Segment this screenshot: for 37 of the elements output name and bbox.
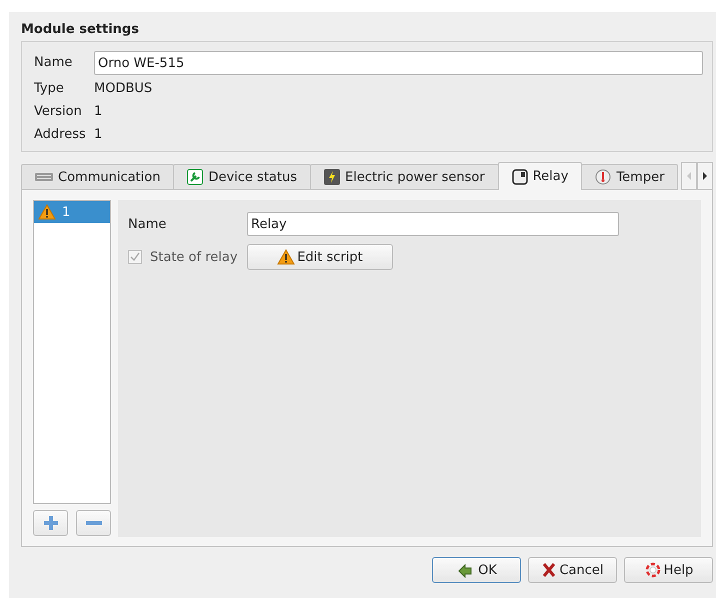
tab[interactable]: Temper xyxy=(581,164,678,190)
close-icon xyxy=(541,562,558,578)
list-item[interactable]: 1 xyxy=(34,201,110,223)
field-label: Name xyxy=(34,54,74,72)
remove-button[interactable] xyxy=(76,510,111,536)
field-value: MODBUS xyxy=(94,80,154,98)
edit-script-button[interactable]: Edit script xyxy=(247,244,393,270)
tab[interactable]: Electric power sensor xyxy=(310,164,499,190)
field-value: 1 xyxy=(94,126,104,144)
tab[interactable]: Communication xyxy=(21,164,174,190)
cancel-button[interactable]: Cancel xyxy=(528,557,617,583)
minus-icon xyxy=(86,521,102,525)
field-label: Name xyxy=(128,216,168,232)
field-label: Version xyxy=(34,103,83,121)
add-button[interactable] xyxy=(33,510,68,536)
left-arrow-icon xyxy=(686,172,692,180)
checkbox-label: State of relay xyxy=(150,250,239,264)
help-button[interactable]: Help xyxy=(624,557,713,583)
wrench-icon xyxy=(187,169,204,185)
keyboard-icon xyxy=(35,173,53,181)
dialog-title: Module settings xyxy=(21,22,140,37)
field-label: Address xyxy=(34,126,87,144)
lightning-icon xyxy=(324,169,340,185)
plus-icon xyxy=(44,516,58,530)
tab[interactable]: Device status xyxy=(173,164,312,190)
thermometer-icon xyxy=(595,169,612,185)
warning-icon xyxy=(38,204,56,220)
ok-button[interactable]: OK xyxy=(432,557,521,583)
field-value: 1 xyxy=(94,103,104,121)
scroll-right-button[interactable] xyxy=(697,162,713,190)
name-field[interactable]: Orno WE-515 xyxy=(94,51,703,75)
tab[interactable]: Relay xyxy=(498,162,582,190)
relay-name-field[interactable]: Relay xyxy=(247,212,619,236)
warning-icon xyxy=(277,249,296,265)
field-label: Type xyxy=(34,80,65,98)
right-arrow-icon xyxy=(702,172,708,180)
lifebuoy-icon xyxy=(644,561,662,579)
